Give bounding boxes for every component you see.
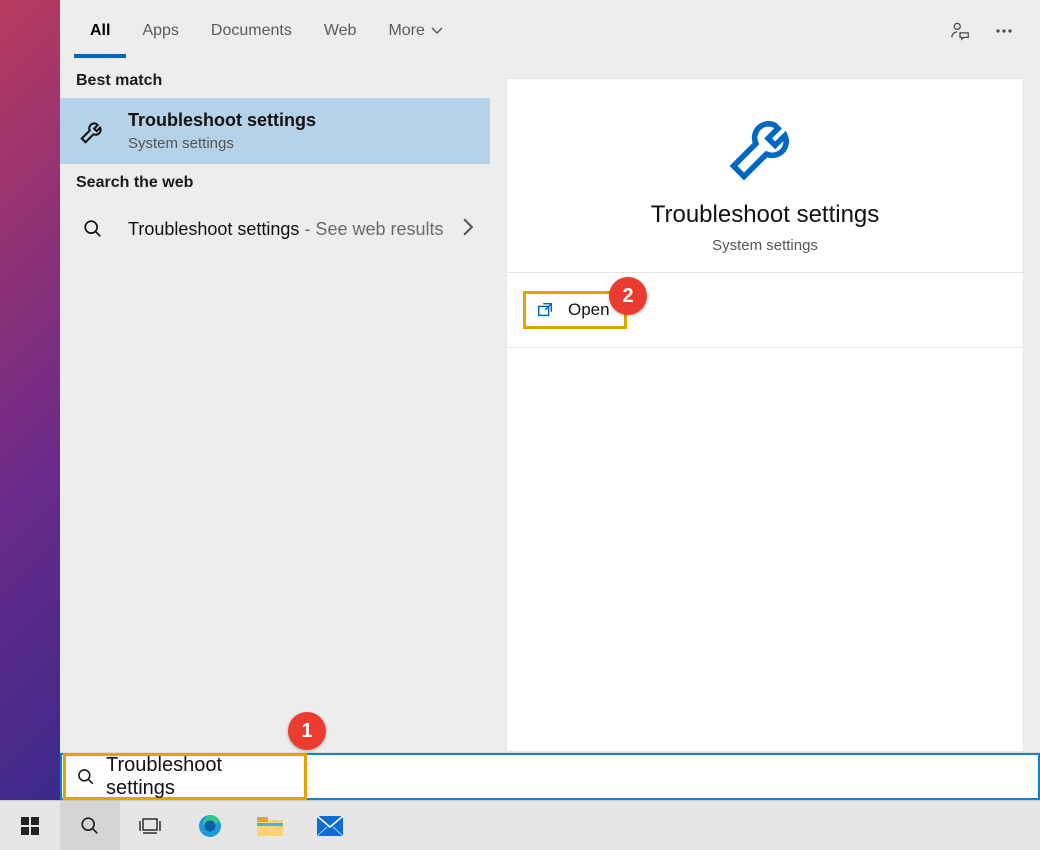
annotation-step-1: 1 bbox=[288, 712, 326, 750]
tab-more[interactable]: More bbox=[372, 4, 458, 58]
search-panel-body: Best match Troubleshoot settings System … bbox=[60, 62, 1040, 752]
detail-title: Troubleshoot settings bbox=[651, 201, 880, 229]
open-button-label: Open bbox=[568, 300, 610, 320]
search-icon bbox=[76, 767, 96, 787]
task-view-button[interactable] bbox=[120, 801, 180, 850]
desktop-background bbox=[0, 0, 60, 800]
tab-apps[interactable]: Apps bbox=[126, 4, 194, 58]
results-right-column: Troubleshoot settings System settings Op… bbox=[490, 62, 1040, 752]
best-match-text: Troubleshoot settings System settings bbox=[128, 110, 316, 152]
web-result-title: Troubleshoot settings bbox=[128, 219, 299, 239]
search-results-panel: All Apps Documents Web More Best match bbox=[60, 0, 1040, 753]
chevron-down-icon bbox=[431, 22, 443, 40]
detail-card: Troubleshoot settings System settings bbox=[506, 78, 1024, 273]
wrench-icon bbox=[76, 114, 110, 148]
taskbar-app-file-explorer[interactable] bbox=[240, 801, 300, 850]
web-result-text: Troubleshoot settings - See web results bbox=[128, 219, 444, 240]
annotation-step-2: 2 bbox=[609, 277, 647, 315]
section-best-match: Best match bbox=[60, 62, 490, 98]
feedback-icon[interactable] bbox=[938, 9, 982, 53]
tab-more-label: More bbox=[388, 22, 424, 40]
tab-web[interactable]: Web bbox=[308, 4, 373, 58]
taskbar-search-button[interactable] bbox=[60, 801, 120, 850]
tab-all[interactable]: All bbox=[74, 4, 126, 58]
tab-documents[interactable]: Documents bbox=[195, 4, 308, 58]
taskbar-app-edge[interactable] bbox=[180, 801, 240, 850]
web-result-suffix: - See web results bbox=[299, 219, 443, 239]
search-icon bbox=[76, 212, 110, 246]
more-options-icon[interactable] bbox=[982, 9, 1026, 53]
taskbar bbox=[0, 800, 1040, 850]
taskbar-app-mail[interactable] bbox=[300, 801, 360, 850]
section-search-web: Search the web bbox=[60, 164, 490, 200]
detail-actions: Open bbox=[506, 273, 1024, 348]
best-match-subtitle: System settings bbox=[128, 135, 316, 152]
search-tabs-row: All Apps Documents Web More bbox=[60, 0, 1040, 62]
detail-blank-area bbox=[506, 348, 1024, 752]
search-input-value: Troubleshoot settings bbox=[106, 754, 294, 800]
open-external-icon bbox=[536, 301, 554, 319]
best-match-title: Troubleshoot settings bbox=[128, 110, 316, 131]
detail-wrench-icon bbox=[723, 103, 807, 187]
web-result[interactable]: Troubleshoot settings - See web results bbox=[60, 200, 490, 258]
chevron-right-icon bbox=[462, 218, 474, 241]
results-left-column: Best match Troubleshoot settings System … bbox=[60, 62, 490, 752]
best-match-result[interactable]: Troubleshoot settings System settings bbox=[60, 98, 490, 164]
detail-subtitle: System settings bbox=[712, 237, 818, 254]
search-input[interactable]: Troubleshoot settings bbox=[63, 753, 307, 800]
start-button[interactable] bbox=[0, 801, 60, 850]
